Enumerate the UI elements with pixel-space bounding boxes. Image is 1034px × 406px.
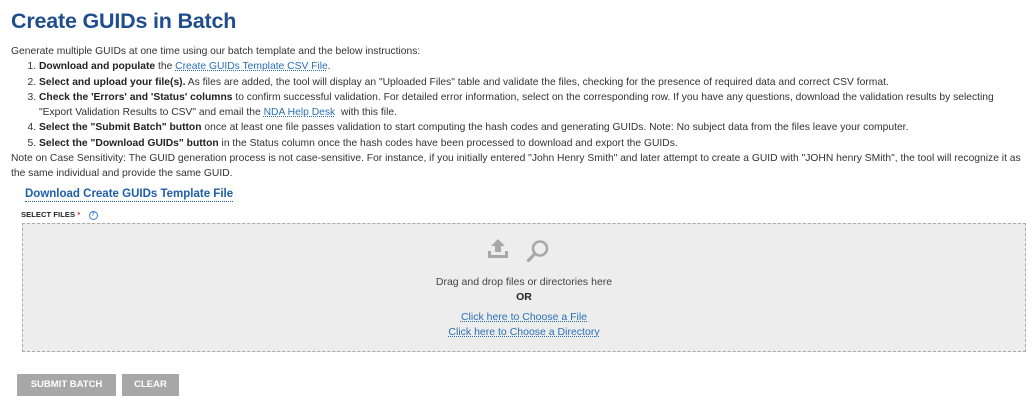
- step-5: Select the "Download GUIDs" button in th…: [39, 136, 1021, 151]
- step-5-text: in the Status column once the hash codes…: [218, 137, 678, 149]
- search-icon: [526, 240, 549, 263]
- step-1-bold: Download and populate: [39, 61, 156, 73]
- help-icon[interactable]: ?: [88, 210, 98, 220]
- step-1-after: .: [327, 61, 331, 73]
- instructions-steps: Download and populate the Create GUIDs T…: [11, 59, 1021, 151]
- step-3-bold: Check the 'Errors' and 'Status' columns: [39, 91, 233, 103]
- step-4: Select the "Submit Batch" button once at…: [39, 120, 1021, 135]
- dropzone-text: Drag and drop files or directories here: [435, 276, 613, 288]
- dropzone-or: OR: [516, 291, 532, 303]
- step-2-text: As files are added, the tool will displa…: [185, 76, 889, 88]
- case-sensitivity-note: Note on Case Sensitivity: The GUID gener…: [11, 153, 1021, 180]
- step-1-text: the: [155, 61, 176, 73]
- page-title: Create GUIDs in Batch: [11, 9, 237, 33]
- step-3-after: with this file.: [335, 107, 397, 119]
- file-dropzone[interactable]: Drag and drop files or directories here …: [22, 223, 1026, 352]
- step-1: Download and populate the Create GUIDs T…: [39, 59, 1021, 74]
- step-5-bold: Select the "Download GUIDs" button: [39, 137, 219, 149]
- upload-icon: [488, 239, 508, 258]
- download-template-link[interactable]: Download Create GUIDs Template File: [25, 187, 234, 202]
- nda-help-desk-link[interactable]: NDA Help Desk: [264, 107, 336, 118]
- step-2-bold: Select and upload your file(s).: [39, 76, 186, 88]
- choose-directory-row: Click here to Choose a Directory: [23, 322, 1025, 340]
- template-csv-link[interactable]: Create GUIDs Template CSV File: [175, 61, 328, 72]
- clear-button[interactable]: CLEAR: [122, 374, 179, 396]
- step-2: Select and upload your file(s). As files…: [39, 75, 1021, 90]
- submit-batch-button[interactable]: SUBMIT BATCH: [17, 374, 116, 396]
- choose-directory-link[interactable]: Click here to Choose a Directory: [448, 326, 599, 338]
- step-4-bold: Select the "Submit Batch" button: [39, 122, 202, 134]
- select-files-text: SELECT FILES: [21, 210, 76, 219]
- dropzone-icons: [486, 238, 556, 263]
- instructions-intro: Generate multiple GUIDs at one time usin…: [11, 46, 421, 57]
- select-files-label: SELECT FILES * ?: [21, 210, 98, 220]
- required-mark: *: [77, 210, 81, 219]
- instructions: Generate multiple GUIDs at one time usin…: [11, 44, 1021, 182]
- step-4-text: once at least one file passes validation…: [201, 122, 909, 134]
- step-3: Check the 'Errors' and 'Status' columns …: [39, 90, 1021, 121]
